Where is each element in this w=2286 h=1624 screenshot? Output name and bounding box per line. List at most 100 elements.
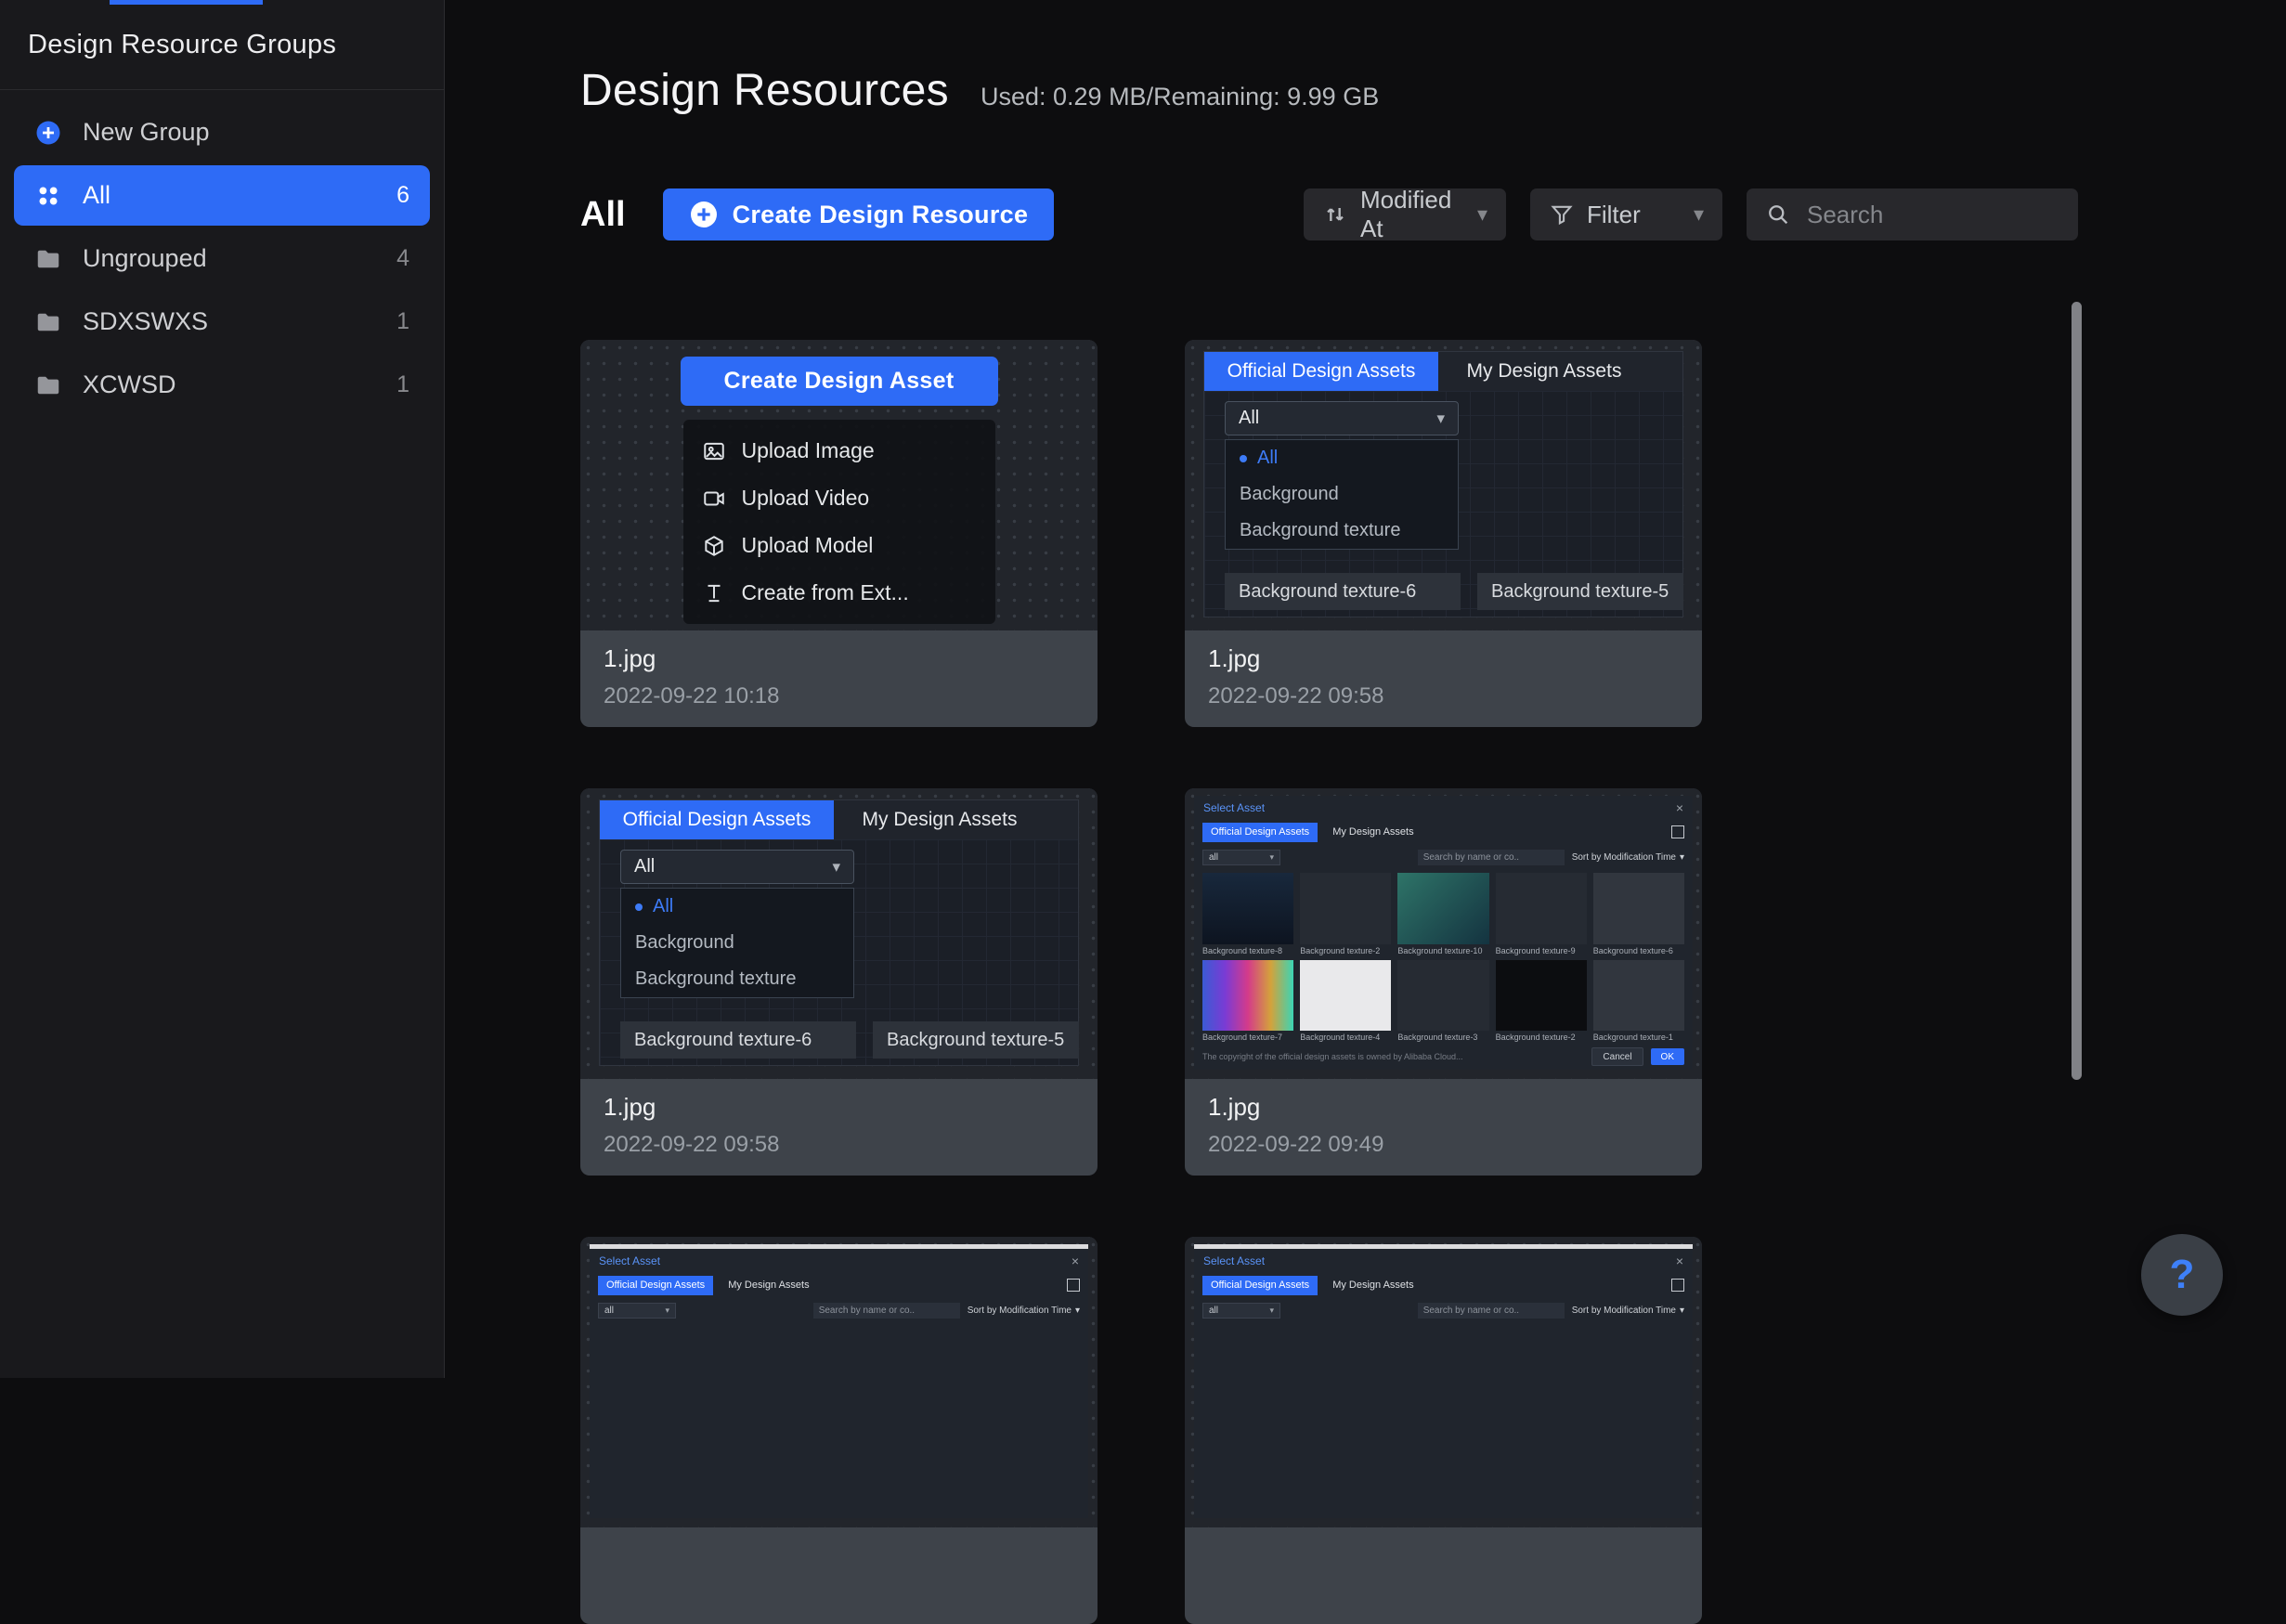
- mock-controls-row: all▾ Search by name or co.. Sort by Modi…: [1194, 845, 1693, 869]
- resource-card[interactable]: Official Design Assets My Design Assets …: [580, 788, 1098, 1176]
- card-footer: [580, 1527, 1098, 1624]
- mock-dialog-title: Select Asset: [1203, 1254, 1265, 1267]
- mock-panel-body: All ▾ All Background Background texture …: [600, 839, 1078, 1065]
- mock-menu-label: Upload Model: [742, 533, 874, 558]
- mock-dropdown-value: All: [1239, 408, 1259, 429]
- chevron-down-icon: ▾: [1477, 202, 1487, 227]
- help-button[interactable]: ?: [2141, 1234, 2223, 1316]
- file-date: 2022-09-22 09:49: [1208, 1132, 1679, 1158]
- chevron-down-icon: ▾: [1436, 409, 1445, 428]
- chevron-down-icon: ▾: [1269, 1306, 1274, 1316]
- mock-dropdown-options: All Background Background texture: [1225, 439, 1459, 550]
- top-accent-bar: [110, 0, 263, 5]
- mock-asset-label: Background texture-6: [1225, 573, 1461, 610]
- mock-controls-row: all▾ Search by name or co.. Sort by Modi…: [590, 1298, 1088, 1322]
- mock-asset-thumb: [1300, 873, 1391, 944]
- card-thumbnail: Create Design Asset Upload Image Upload …: [580, 340, 1098, 630]
- card-thumbnail: Official Design Assets My Design Assets …: [580, 788, 1098, 1079]
- mock-asset-grid: Background texture-8 Background texture-…: [1194, 869, 1693, 1044]
- mock-sort-dropdown: Sort by Modification Time▾: [1572, 1306, 1684, 1316]
- chevron-down-icon: ▾: [1075, 1306, 1080, 1316]
- image-icon: [702, 439, 726, 463]
- mock-asset-cell: Background texture-10: [1397, 873, 1488, 955]
- mock-search-field: Search by name or co..: [1418, 850, 1565, 865]
- bullet-icon: [635, 903, 643, 911]
- sidebar: Design Resource Groups New Group All 6 U…: [0, 0, 445, 1378]
- storage-usage-text: Used: 0.29 MB/Remaining: 9.99 GB: [981, 83, 1379, 111]
- sidebar-item-ungrouped[interactable]: Ungrouped 4: [14, 228, 430, 289]
- resource-card[interactable]: Select Asset × Official Design Assets My…: [1185, 788, 1702, 1176]
- mock-asset-thumb: [1496, 960, 1587, 1032]
- card-footer: 1.jpg 2022-09-22 09:58: [1185, 630, 1702, 727]
- card-footer: [1185, 1527, 1702, 1624]
- mock-tab-bar: Official Design Assets My Design Assets: [1194, 819, 1693, 845]
- model-icon: [702, 534, 726, 558]
- page-header: Design Resources Used: 0.29 MB/Remaining…: [580, 65, 1379, 116]
- group-count-badge: 1: [396, 371, 409, 398]
- mock-dialog-titlebar: Select Asset ×: [590, 1249, 1088, 1272]
- card-footer: 1.jpg 2022-09-22 10:18: [580, 630, 1098, 727]
- mock-category-dropdown: All ▾: [620, 850, 854, 884]
- mock-asset-thumb: [1397, 873, 1488, 944]
- resource-card[interactable]: Select Asset × Official Design Assets My…: [1185, 1237, 1702, 1624]
- sidebar-item-xcwsd[interactable]: XCWSD 1: [14, 355, 430, 415]
- file-name: 1.jpg: [604, 644, 1074, 673]
- plus-circle-icon: [689, 200, 719, 229]
- mock-asset-cell: Background texture-1: [1593, 960, 1684, 1043]
- create-button-label: Create Design Resource: [733, 201, 1029, 229]
- mock-select-asset-dialog: Select Asset × Official Design Assets My…: [590, 1244, 1088, 1518]
- search-input[interactable]: [1805, 200, 2059, 230]
- plus-circle-icon: [34, 119, 62, 147]
- sidebar-item-new-group[interactable]: New Group: [14, 102, 430, 162]
- resource-card[interactable]: Create Design Asset Upload Image Upload …: [580, 340, 1098, 727]
- resource-card[interactable]: Select Asset × Official Design Assets My…: [580, 1237, 1098, 1624]
- mock-asset-thumb: [1593, 960, 1684, 1032]
- sidebar-group-list: New Group All 6 Ungrouped 4 SDXSWXS 1: [0, 90, 444, 427]
- mock-tab-official: Official Design Assets: [1202, 823, 1318, 842]
- chevron-down-icon: ▾: [1694, 202, 1704, 227]
- mock-select-asset-dialog: Select Asset × Official Design Assets My…: [1194, 1244, 1693, 1518]
- resource-grid: Create Design Asset Upload Image Upload …: [580, 340, 1750, 1624]
- expand-icon: [1671, 1279, 1684, 1292]
- chevron-down-icon: ▾: [1680, 852, 1684, 863]
- folder-icon: [34, 245, 62, 273]
- file-date: 2022-09-22 09:58: [1208, 683, 1679, 709]
- card-footer: 1.jpg 2022-09-22 09:58: [580, 1079, 1098, 1176]
- filter-dropdown[interactable]: Filter ▾: [1530, 188, 1722, 240]
- search-box: [1747, 188, 2078, 240]
- file-date: 2022-09-22 09:58: [604, 1132, 1074, 1158]
- close-icon: ×: [1676, 800, 1683, 815]
- mock-tab-my: My Design Assets: [1324, 826, 1422, 838]
- toolbar: All Create Design Resource Modified At ▾…: [580, 188, 2078, 240]
- sidebar-item-label: Ungrouped: [83, 244, 207, 273]
- mock-category-dropdown: all▾: [598, 1303, 676, 1319]
- group-count-badge: 4: [396, 245, 409, 272]
- sidebar-item-label: New Group: [83, 118, 210, 147]
- sort-dropdown[interactable]: Modified At ▾: [1304, 188, 1506, 240]
- mock-copyright-note: The copyright of the official design ass…: [1202, 1052, 1584, 1061]
- mock-assets-panel: Official Design Assets My Design Assets …: [599, 799, 1079, 1066]
- mock-dropdown-options: All Background Background texture: [620, 888, 854, 998]
- search-icon: [1765, 201, 1791, 227]
- group-count-badge: 6: [396, 182, 409, 209]
- mock-asset-label: Background texture-6: [620, 1021, 856, 1059]
- chevron-down-icon: ▾: [1269, 852, 1274, 863]
- create-design-resource-button[interactable]: Create Design Resource: [663, 188, 1055, 240]
- mock-dropdown-value: All: [634, 856, 655, 877]
- mock-tab-my: My Design Assets: [1438, 352, 1650, 391]
- mock-search-field: Search by name or co..: [1418, 1303, 1565, 1319]
- mock-menu-item: Create from Ext...: [683, 569, 995, 617]
- resource-card[interactable]: Official Design Assets My Design Assets …: [1185, 340, 1702, 727]
- mock-asset-thumb: [1593, 873, 1684, 944]
- mock-controls-row: all▾ Search by name or co.. Sort by Modi…: [1194, 1298, 1693, 1322]
- mock-tab-official: Official Design Assets: [1202, 1276, 1318, 1295]
- mock-tab-my: My Design Assets: [720, 1280, 817, 1291]
- sidebar-item-sdxswxs[interactable]: SDXSWXS 1: [14, 292, 430, 352]
- scrollbar-thumb[interactable]: [2072, 302, 2082, 1080]
- file-name: 1.jpg: [1208, 1093, 1679, 1122]
- mock-asset-cell: Background texture-8: [1202, 873, 1293, 955]
- sidebar-item-all[interactable]: All 6: [14, 165, 430, 226]
- filter-dropdown-value: Filter: [1587, 201, 1641, 229]
- mock-asset-label: Background texture-5: [1477, 573, 1683, 610]
- mock-option: Background texture: [621, 961, 853, 997]
